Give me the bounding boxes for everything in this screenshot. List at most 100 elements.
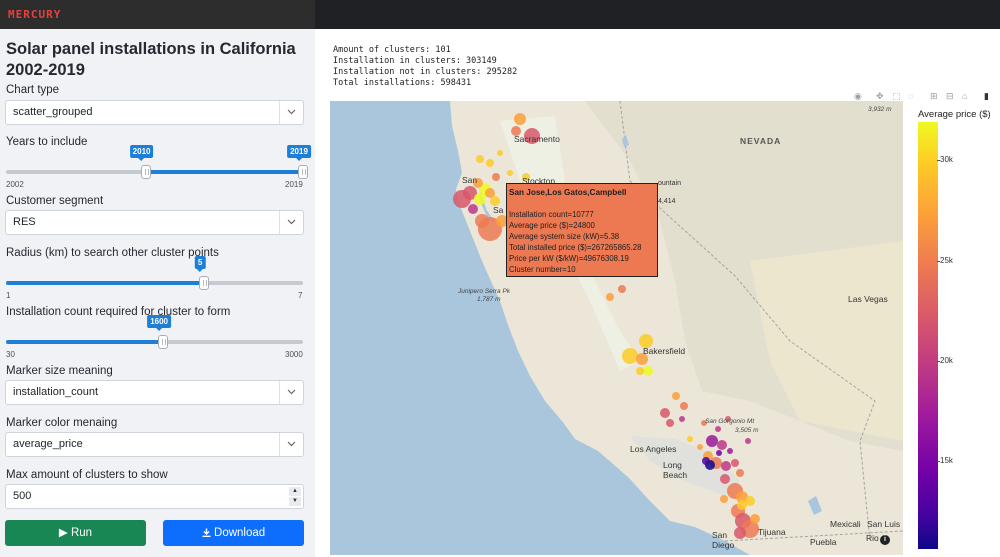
cluster-marker[interactable]: [486, 159, 494, 167]
map-background: [450, 101, 903, 555]
number-stepper[interactable]: ▲ ▼: [289, 487, 301, 506]
cluster-marker[interactable]: [717, 440, 727, 450]
label-rio: Rio: [866, 533, 879, 543]
chart-type-select[interactable]: scatter_grouped: [5, 100, 304, 125]
stepper-up-icon[interactable]: ▲: [289, 487, 301, 496]
stats-clusters: Amount of clusters: 101: [333, 45, 451, 55]
cluster-marker[interactable]: [706, 435, 718, 447]
plotly-logo-icon[interactable]: ▮: [984, 91, 989, 102]
sidebar: Solar panel installations in California …: [0, 29, 315, 557]
lasso-icon[interactable]: ◌: [908, 91, 913, 101]
cluster-marker[interactable]: [716, 450, 722, 456]
label-san: San: [462, 175, 478, 185]
cluster-marker[interactable]: [702, 457, 710, 465]
cluster-marker[interactable]: [727, 448, 733, 454]
cluster-marker[interactable]: [476, 155, 484, 163]
chart-type-label: Chart type: [6, 84, 60, 96]
play-icon: ▶: [58, 527, 71, 539]
tooltip-line: Total installed price ($)=267265865.28: [509, 243, 642, 252]
label-gorgonio-elev: 3,505 m: [735, 427, 759, 434]
label-corner-elev: 3,932 m: [868, 106, 892, 113]
cluster-marker[interactable]: [731, 459, 739, 467]
years-slider-fill: [145, 170, 303, 174]
cluster-marker[interactable]: [660, 408, 670, 418]
cluster-marker[interactable]: [514, 113, 526, 125]
radius-slider[interactable]: 5: [6, 256, 303, 290]
label-mexicali: Mexicali: [830, 519, 861, 529]
inst-count-bubble: 1600: [147, 315, 172, 331]
radius-max: 7: [298, 291, 303, 300]
cluster-marker[interactable]: [606, 293, 614, 301]
cluster-marker[interactable]: [453, 190, 471, 208]
chevron-down-icon: [279, 381, 303, 404]
marker-color-value: average_price: [13, 438, 83, 450]
label-tijuana: Tijuana: [758, 527, 786, 537]
inst-count-slider[interactable]: 1600: [6, 315, 303, 349]
zoom-out-icon[interactable]: ⊟: [946, 91, 954, 102]
label-sacramento: Sacramento: [514, 134, 560, 144]
cluster-marker[interactable]: [745, 438, 751, 444]
marker-color-select[interactable]: average_price: [5, 432, 304, 457]
marker-size-select[interactable]: installation_count: [5, 380, 304, 405]
cluster-marker[interactable]: [736, 469, 744, 477]
years-high-bubble: 2019: [287, 145, 311, 161]
radius-handle[interactable]: 5: [194, 256, 210, 290]
cluster-marker[interactable]: [697, 444, 703, 450]
inst-count-label: Installation count required for cluster …: [6, 306, 231, 318]
inst-count-min: 30: [6, 350, 15, 359]
info-icon[interactable]: i: [880, 535, 890, 545]
label-elev: 4,414: [658, 198, 676, 205]
tooltip-line: Installation count=10777: [509, 210, 594, 219]
label-long-beach: Long Beach: [663, 460, 688, 480]
cluster-marker[interactable]: [492, 173, 500, 181]
tooltip-title: San Jose,Los Gatos,Campbell: [509, 188, 627, 197]
cluster-marker[interactable]: [750, 514, 760, 524]
cluster-marker[interactable]: [720, 474, 730, 484]
segment-select[interactable]: RES: [5, 210, 304, 235]
cluster-marker[interactable]: [474, 193, 486, 205]
cluster-marker[interactable]: [468, 204, 478, 214]
years-low-handle[interactable]: 2010: [129, 145, 154, 179]
label-bakersfield: Bakersfield: [643, 346, 686, 356]
colorbar: [918, 122, 938, 549]
cluster-marker[interactable]: [737, 500, 747, 510]
zoom-in-icon[interactable]: ⊞: [930, 91, 938, 102]
cluster-marker[interactable]: [622, 348, 638, 364]
cluster-marker[interactable]: [643, 366, 653, 376]
label-junipero-elev: 1,787 m: [477, 296, 501, 303]
years-high-handle[interactable]: 2019: [287, 145, 311, 179]
cluster-marker[interactable]: [507, 170, 513, 176]
cluster-marker[interactable]: [715, 426, 721, 432]
tooltip-line: Average price ($)=24800: [509, 221, 595, 230]
years-low-bubble: 2010: [129, 145, 154, 161]
cluster-marker[interactable]: [679, 416, 685, 422]
colorbar-tick: 20k: [937, 356, 953, 366]
label-nevada: NEVADA: [740, 136, 782, 146]
max-clusters-label: Max amount of clusters to show: [6, 469, 168, 481]
cluster-marker[interactable]: [666, 419, 674, 427]
cluster-marker[interactable]: [672, 392, 680, 400]
cluster-marker[interactable]: [721, 461, 731, 471]
label-las-vegas: Las Vegas: [848, 294, 888, 304]
cluster-marker[interactable]: [618, 285, 626, 293]
top-bar-left: MERCURY: [0, 0, 315, 29]
stepper-down-icon[interactable]: ▼: [289, 497, 301, 506]
years-slider[interactable]: 2010 2019: [6, 145, 311, 179]
tooltip-line: Price per kW ($/kW)=49676308.19: [509, 254, 629, 263]
colorbar-tick: 15k: [937, 456, 953, 466]
cluster-marker[interactable]: [687, 436, 693, 442]
hover-tooltip: San Jose,Los Gatos,Campbell Installation…: [506, 183, 658, 277]
run-button[interactable]: ▶ Run: [5, 520, 146, 546]
cluster-marker[interactable]: [720, 495, 728, 503]
years-label: Years to include: [6, 136, 88, 148]
cluster-marker[interactable]: [680, 402, 688, 410]
download-button[interactable]: Download: [163, 520, 304, 546]
reset-home-icon[interactable]: ⌂: [962, 91, 967, 101]
max-clusters-input[interactable]: 500 ▲ ▼: [5, 484, 304, 509]
inst-count-handle[interactable]: 1600: [147, 315, 172, 349]
cluster-marker[interactable]: [497, 150, 503, 156]
marker-size-label: Marker size meaning: [6, 365, 113, 377]
cluster-marker[interactable]: [475, 214, 489, 228]
scatter-map[interactable]: [330, 101, 903, 555]
cluster-marker[interactable]: [636, 367, 644, 375]
